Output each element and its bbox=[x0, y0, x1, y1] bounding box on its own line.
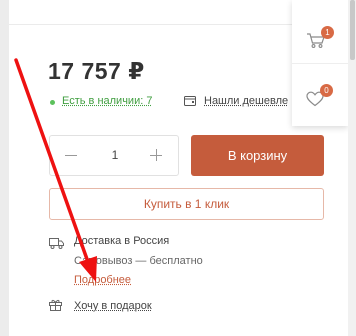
favorites-count-badge: 0 bbox=[320, 84, 333, 97]
in-stock-dot bbox=[50, 100, 55, 105]
floating-side-panel: 1 0 bbox=[292, 0, 348, 126]
buy-one-click-button[interactable]: Купить в 1 клик bbox=[49, 188, 324, 220]
delivery-more-link[interactable]: Подробнее bbox=[74, 274, 131, 286]
delivery-pickup: Самовывоз — бесплатно bbox=[74, 255, 203, 267]
delivery-title: Доставка в Россия bbox=[74, 235, 170, 247]
quantity-stepper: 1 bbox=[49, 135, 179, 176]
cart-count-badge: 1 bbox=[321, 26, 334, 39]
wallet-icon bbox=[184, 96, 196, 106]
gift-icon bbox=[49, 299, 62, 311]
gift-link[interactable]: Хочу в подарок bbox=[74, 300, 152, 312]
quantity-plus-button[interactable] bbox=[150, 149, 162, 161]
divider bbox=[9, 24, 292, 25]
truck-icon bbox=[49, 238, 64, 249]
product-price: 17 757 ₽ bbox=[48, 58, 145, 84]
scrollbar-thumb[interactable] bbox=[350, 0, 355, 60]
add-to-cart-button[interactable]: В корзину bbox=[191, 135, 324, 176]
stock-status[interactable]: Есть в наличии: 7 bbox=[62, 95, 152, 107]
left-edge bbox=[0, 0, 9, 336]
side-panel-divider bbox=[292, 63, 348, 64]
found-cheaper-link[interactable]: Нашли дешевле bbox=[204, 95, 288, 107]
